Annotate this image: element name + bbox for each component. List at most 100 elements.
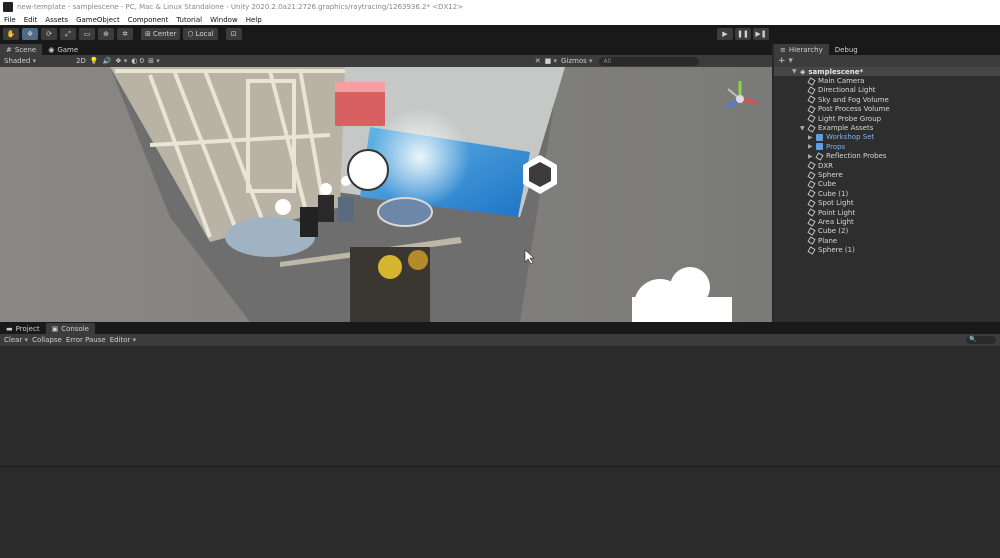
console-split-divider[interactable] xyxy=(0,466,1000,467)
hierarchy-item-post-process[interactable]: Post Process Volume xyxy=(807,105,890,114)
hierarchy-item-reflection-probes[interactable]: ▶ Reflection Probes xyxy=(808,152,887,161)
menu-help[interactable]: Help xyxy=(246,16,262,24)
folder-icon: ▬ xyxy=(6,324,13,333)
console-log-area[interactable] xyxy=(0,346,1000,558)
hierarchy-item-workshop-set[interactable]: ▶ Workshop Set xyxy=(808,133,874,142)
menu-gameobject[interactable]: GameObject xyxy=(76,16,120,24)
gameobject-icon xyxy=(807,208,816,217)
tab-debug[interactable]: Debug xyxy=(829,44,864,55)
hierarchy-item-cube-2[interactable]: Cube (2) xyxy=(807,227,848,236)
lighting-toggle-icon[interactable]: 💡 xyxy=(90,57,99,65)
scene-viewport[interactable] xyxy=(0,67,772,322)
step-icon[interactable]: ▶❚ xyxy=(753,28,769,40)
gameobject-icon xyxy=(807,95,816,104)
expand-arrow-icon[interactable]: ▼ xyxy=(800,125,806,132)
effects-dropdown-icon[interactable]: ❖ xyxy=(115,57,127,65)
hierarchy-item-spot-light[interactable]: Spot Light xyxy=(807,199,854,208)
tab-game-label: Game xyxy=(57,45,79,54)
collapsed-arrow-icon[interactable]: ▶ xyxy=(808,143,814,150)
console-icon: ▣ xyxy=(51,324,59,333)
clear-button[interactable]: Clear xyxy=(4,336,28,344)
custom-tool-icon[interactable]: ✲ xyxy=(117,28,133,40)
menu-tutorial[interactable]: Tutorial xyxy=(176,16,202,24)
hierarchy-item-props[interactable]: ▶ Props xyxy=(808,142,845,151)
scale-tool-icon[interactable]: ⤢ xyxy=(60,28,76,40)
hierarchy-item-area-light[interactable]: Area Light xyxy=(807,217,854,227)
item-label: Main Camera xyxy=(818,77,865,86)
collapsed-arrow-icon[interactable]: ▶ xyxy=(808,134,814,141)
item-label: Sphere (1) xyxy=(818,246,855,255)
gameobject-icon xyxy=(807,189,816,198)
console-search-icon[interactable]: 🔍 xyxy=(966,336,996,344)
transform-tool-icon[interactable]: ⊕ xyxy=(98,28,114,40)
editor-dropdown[interactable]: Editor xyxy=(110,336,136,344)
item-label: Spot Light xyxy=(818,199,854,208)
item-label: Workshop Set xyxy=(826,133,875,142)
draw-mode-dropdown[interactable]: Shaded xyxy=(4,57,72,65)
snap-icon[interactable]: ⊡ xyxy=(225,28,242,40)
menu-edit[interactable]: Edit xyxy=(24,16,38,24)
pause-icon[interactable]: ❚❚ xyxy=(735,28,751,40)
mode-2d-toggle[interactable]: 2D xyxy=(76,57,86,65)
menu-component[interactable]: Component xyxy=(128,16,169,24)
tab-scene[interactable]: # Scene xyxy=(0,44,43,55)
tools-icon[interactable]: ✕ xyxy=(535,57,541,65)
gameobject-icon xyxy=(807,236,816,245)
tab-game[interactable]: ◉ Game xyxy=(42,44,84,55)
item-label: Sky and Fog Volume xyxy=(818,95,889,104)
gameobject-icon xyxy=(807,171,816,180)
menu-assets[interactable]: Assets xyxy=(45,16,68,24)
hierarchy-item-cube-1[interactable]: Cube (1) xyxy=(807,189,848,198)
audio-toggle-icon[interactable]: 🔊 xyxy=(103,57,112,65)
hierarchy-item-main-camera[interactable]: Main Camera xyxy=(807,76,865,86)
camera-dropdown-icon[interactable]: ■ xyxy=(545,57,557,65)
game-tab-icon: ◉ xyxy=(48,45,55,54)
collapse-toggle[interactable]: Collapse xyxy=(32,336,62,344)
gameobject-icon xyxy=(807,114,816,123)
tab-hierarchy[interactable]: ≡ Hierarchy xyxy=(774,44,829,55)
window-title: new-template - samplescene - PC, Mac & L… xyxy=(17,3,464,11)
window-title-bar: new-template - samplescene - PC, Mac & L… xyxy=(0,0,1000,14)
hierarchy-item-plane[interactable]: Plane xyxy=(807,236,837,245)
hierarchy-item-dxr[interactable]: DXR xyxy=(807,161,833,170)
prefab-icon xyxy=(816,143,823,151)
hierarchy-item-light-probe-group[interactable]: Light Probe Group xyxy=(807,114,881,123)
hierarchy-toolbar: + xyxy=(774,55,1000,67)
hierarchy-item-sphere[interactable]: Sphere xyxy=(807,170,843,180)
grid-dropdown-icon[interactable]: ⊞ xyxy=(148,57,160,65)
tab-project[interactable]: ▬ Project xyxy=(0,323,46,334)
move-tool-icon[interactable]: ✥ xyxy=(22,28,38,40)
play-controls: ▶ ❚❚ ▶❚ xyxy=(715,28,769,40)
pivot-label: Center xyxy=(152,30,177,38)
hierarchy-item-sky-fog[interactable]: Sky and Fog Volume xyxy=(807,95,889,104)
hierarchy-panel: ▼ ◈ samplescene* Main Camera Directional… xyxy=(774,67,1000,322)
expand-arrow-icon[interactable]: ▼ xyxy=(792,68,798,75)
menu-file[interactable]: File xyxy=(4,16,16,24)
error-pause-toggle[interactable]: Error Pause xyxy=(66,336,106,344)
menu-window[interactable]: Window xyxy=(210,16,238,24)
tab-console[interactable]: ▣ Console xyxy=(45,323,95,334)
pivot-center-button[interactable]: ⊞ Center xyxy=(141,28,181,40)
gizmos-dropdown[interactable]: Gizmos xyxy=(561,57,593,65)
rotate-tool-icon[interactable]: ⟳ xyxy=(41,28,57,40)
hierarchy-item-sphere-1[interactable]: Sphere (1) xyxy=(807,246,855,255)
add-object-button[interactable]: + xyxy=(778,56,793,66)
scene-root-row[interactable]: ▼ ◈ samplescene* xyxy=(774,67,1000,77)
item-label: Directional Light xyxy=(818,86,876,95)
gameobject-icon xyxy=(807,161,816,170)
scene-search-input[interactable]: All xyxy=(598,56,699,66)
hierarchy-tab-strip: ≡ Hierarchy Debug xyxy=(774,43,1000,55)
play-icon[interactable]: ▶ xyxy=(717,28,733,40)
space-local-button[interactable]: ⬡ Local xyxy=(183,28,218,40)
hand-tool-icon[interactable]: ✋ xyxy=(3,28,19,40)
hierarchy-item-example-assets[interactable]: ▼ Example Assets xyxy=(800,123,873,133)
hidden-objects-icon[interactable]: ◐ 0 xyxy=(131,57,144,65)
hierarchy-item-cube[interactable]: Cube xyxy=(807,180,836,189)
rect-tool-icon[interactable]: ▭ xyxy=(79,28,95,40)
hierarchy-item-directional-light[interactable]: Directional Light xyxy=(807,86,876,95)
collapsed-arrow-icon[interactable]: ▶ xyxy=(808,153,814,160)
gameobject-icon xyxy=(807,246,816,255)
hierarchy-item-point-light[interactable]: Point Light xyxy=(807,208,855,217)
main-toolbar: ✋ ✥ ⟳ ⤢ ▭ ⊕ ✲ ⊞ Center ⬡ Local ⊡ ▶ ❚❚ ▶❚ xyxy=(0,25,1000,43)
item-label: Reflection Probes xyxy=(826,152,887,161)
